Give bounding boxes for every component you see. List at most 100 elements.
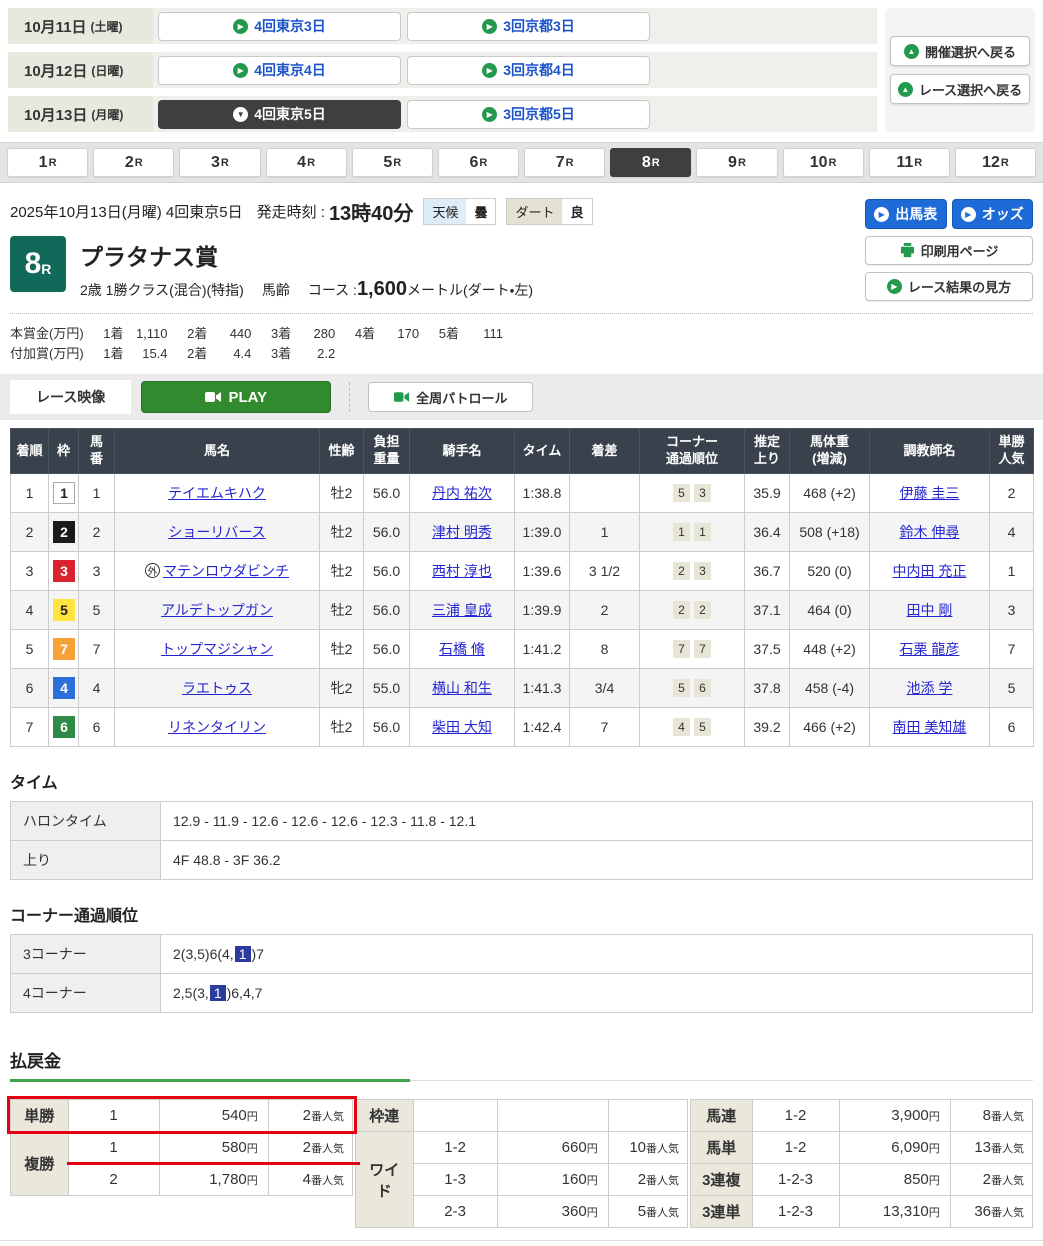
meeting-button-tokyo5-selected[interactable]: ▼4回東京5日 — [158, 100, 401, 129]
horse-name-link[interactable]: トップマジシャン — [161, 641, 273, 657]
tab-11r[interactable]: 11R — [869, 148, 950, 177]
quinella-popularity: 8番人気 — [950, 1100, 1032, 1132]
meeting-button-tokyo3[interactable]: ▶4回東京3日 — [158, 12, 401, 41]
horse-name-link[interactable]: ショーリバース — [168, 524, 265, 540]
divider — [349, 382, 350, 412]
trainer-link[interactable]: 南田 美知雄 — [893, 719, 967, 735]
trainer-link[interactable]: 中内田 充正 — [893, 563, 967, 579]
jockey-link[interactable]: 三浦 皇成 — [432, 602, 492, 618]
horse-name-link[interactable]: テイエムキハク — [168, 485, 266, 501]
horse-number: 2 — [79, 513, 115, 552]
trio-label: 3連複 — [691, 1164, 752, 1196]
horse-name-link[interactable]: リネンタイリン — [168, 719, 266, 735]
tab-12r[interactable]: 12R — [955, 148, 1036, 177]
horse-name-link[interactable]: マテンロウダビンチ — [163, 563, 289, 579]
track-condition-value: 良 — [562, 199, 591, 224]
meeting-button-label: 4回東京5日 — [254, 104, 326, 124]
winner-highlight: 1 — [210, 985, 226, 1001]
trainer-link[interactable]: 石栗 龍彦 — [900, 641, 960, 657]
tab-1r[interactable]: 1R — [7, 148, 88, 177]
jockey-link[interactable]: 横山 和生 — [432, 680, 492, 696]
horse-name-link[interactable]: アルデトップガン — [161, 602, 273, 618]
col-win-popularity: 単勝人気 — [990, 429, 1034, 474]
win-popularity: 6 — [990, 708, 1034, 747]
meeting-button-kyoto5[interactable]: ▶3回京都5日 — [407, 100, 650, 129]
quinella-row: 馬連 1-2 3,900円 8番人気 — [691, 1100, 1033, 1132]
back-button-label: 開催選択へ戻る — [925, 42, 1016, 61]
jockey-link[interactable]: 丹内 祐次 — [432, 485, 492, 501]
prize-place: 3着 — [271, 346, 291, 361]
col-sex-age: 性齢 — [320, 429, 364, 474]
tab-suffix: R — [1001, 157, 1009, 169]
jockey-link[interactable]: 津村 明秀 — [432, 524, 492, 540]
popularity-unit: 番人気 — [646, 1143, 679, 1155]
result-row-7: 7 6 6 リネンタイリン 牡2 56.0 柴田 大知 1:42.4 7 45 … — [11, 708, 1034, 747]
tab-8r-selected[interactable]: 8R — [610, 148, 691, 177]
finish-position: 1 — [11, 474, 49, 513]
corner3-position: 1 — [673, 523, 690, 541]
col-margin: 着差 — [570, 429, 640, 474]
margin: 1 — [570, 513, 640, 552]
date-text: 10月11日 — [24, 16, 87, 37]
frame-badge: 1 — [53, 482, 75, 504]
tab-label: 2 — [125, 154, 134, 172]
race-video-label: レース映像 — [10, 380, 131, 414]
entry-table-button[interactable]: ▶出馬表 — [865, 199, 947, 229]
odds-button[interactable]: ▶オッズ — [952, 199, 1034, 229]
jockey-link[interactable]: 石橋 脩 — [439, 641, 485, 657]
horse-name-link[interactable]: ラエトゥス — [182, 680, 252, 696]
exacta-combo: 1-2 — [752, 1132, 839, 1164]
back-to-meeting-button[interactable]: ▲開催選択へ戻る — [890, 36, 1030, 66]
tab-4r[interactable]: 4R — [266, 148, 347, 177]
tab-7r[interactable]: 7R — [524, 148, 605, 177]
tab-2r[interactable]: 2R — [93, 148, 174, 177]
patrol-video-button[interactable]: 全周パトロール — [368, 382, 533, 412]
col-jockey: 騎手名 — [410, 429, 515, 474]
win-popularity: 2 — [990, 474, 1034, 513]
popularity-unit: 番人気 — [991, 1111, 1024, 1123]
tab-9r[interactable]: 9R — [696, 148, 777, 177]
tab-6r[interactable]: 6R — [438, 148, 519, 177]
trainer-cell: 南田 美知雄 — [870, 708, 990, 747]
trainer-link[interactable]: 池添 学 — [907, 680, 953, 696]
weekday-text: (月曜) — [91, 106, 123, 123]
exacta-amount: 6,090円 — [839, 1132, 950, 1164]
place-amount: 580円 — [159, 1132, 268, 1164]
horse-number: 4 — [79, 669, 115, 708]
exacta-popularity: 13番人気 — [950, 1132, 1032, 1164]
trainer-link[interactable]: 田中 剛 — [907, 602, 953, 618]
jockey-link[interactable]: 柴田 大知 — [432, 719, 492, 735]
results-guide-button[interactable]: ▶レース結果の見方 — [865, 272, 1033, 301]
trainer-link[interactable]: 鈴木 伸尋 — [900, 524, 960, 540]
play-button[interactable]: PLAY — [141, 381, 331, 413]
prize-place: 5着 — [439, 326, 459, 341]
corner3-position: 5 — [673, 679, 690, 697]
frame-number: 3 — [49, 552, 79, 591]
col-time: タイム — [515, 429, 570, 474]
jockey-link[interactable]: 西村 淳也 — [432, 563, 492, 579]
time: 1:41.2 — [515, 630, 570, 669]
tab-3r[interactable]: 3R — [179, 148, 260, 177]
date-label: 10月11日(土曜) — [8, 8, 153, 44]
prize-amount: 15.4 — [124, 344, 168, 364]
results-guide-label: レース結果の見方 — [908, 277, 1011, 296]
meeting-button-kyoto3[interactable]: ▶3回京都3日 — [407, 12, 650, 41]
horse-name-cell: リネンタイリン — [115, 708, 320, 747]
tab-10r[interactable]: 10R — [783, 148, 864, 177]
back-to-race-button[interactable]: ▲レース選択へ戻る — [890, 74, 1030, 104]
course-detail: メートル(ダート・左) — [407, 280, 533, 300]
meeting-button-label: 4回東京4日 — [254, 60, 326, 80]
trainer-cell: 石栗 龍彦 — [870, 630, 990, 669]
wide-amount: 160円 — [497, 1164, 608, 1196]
race-date-text: 2025年10月13日(月曜) 4回東京5日 — [10, 201, 243, 222]
tab-5r[interactable]: 5R — [352, 148, 433, 177]
trainer-link[interactable]: 伊藤 圭三 — [900, 485, 960, 501]
print-page-button[interactable]: 印刷用ページ — [865, 236, 1033, 265]
exacta-label: 馬単 — [691, 1132, 752, 1164]
video-camera-icon — [394, 391, 410, 403]
tab-label: 7 — [556, 154, 565, 172]
meeting-button-kyoto4[interactable]: ▶3回京都4日 — [407, 56, 650, 85]
chevron-right-icon: ▶ — [233, 63, 248, 78]
patrol-label: 全周パトロール — [416, 388, 507, 407]
meeting-button-tokyo4[interactable]: ▶ 4回東京4日 — [158, 56, 401, 85]
